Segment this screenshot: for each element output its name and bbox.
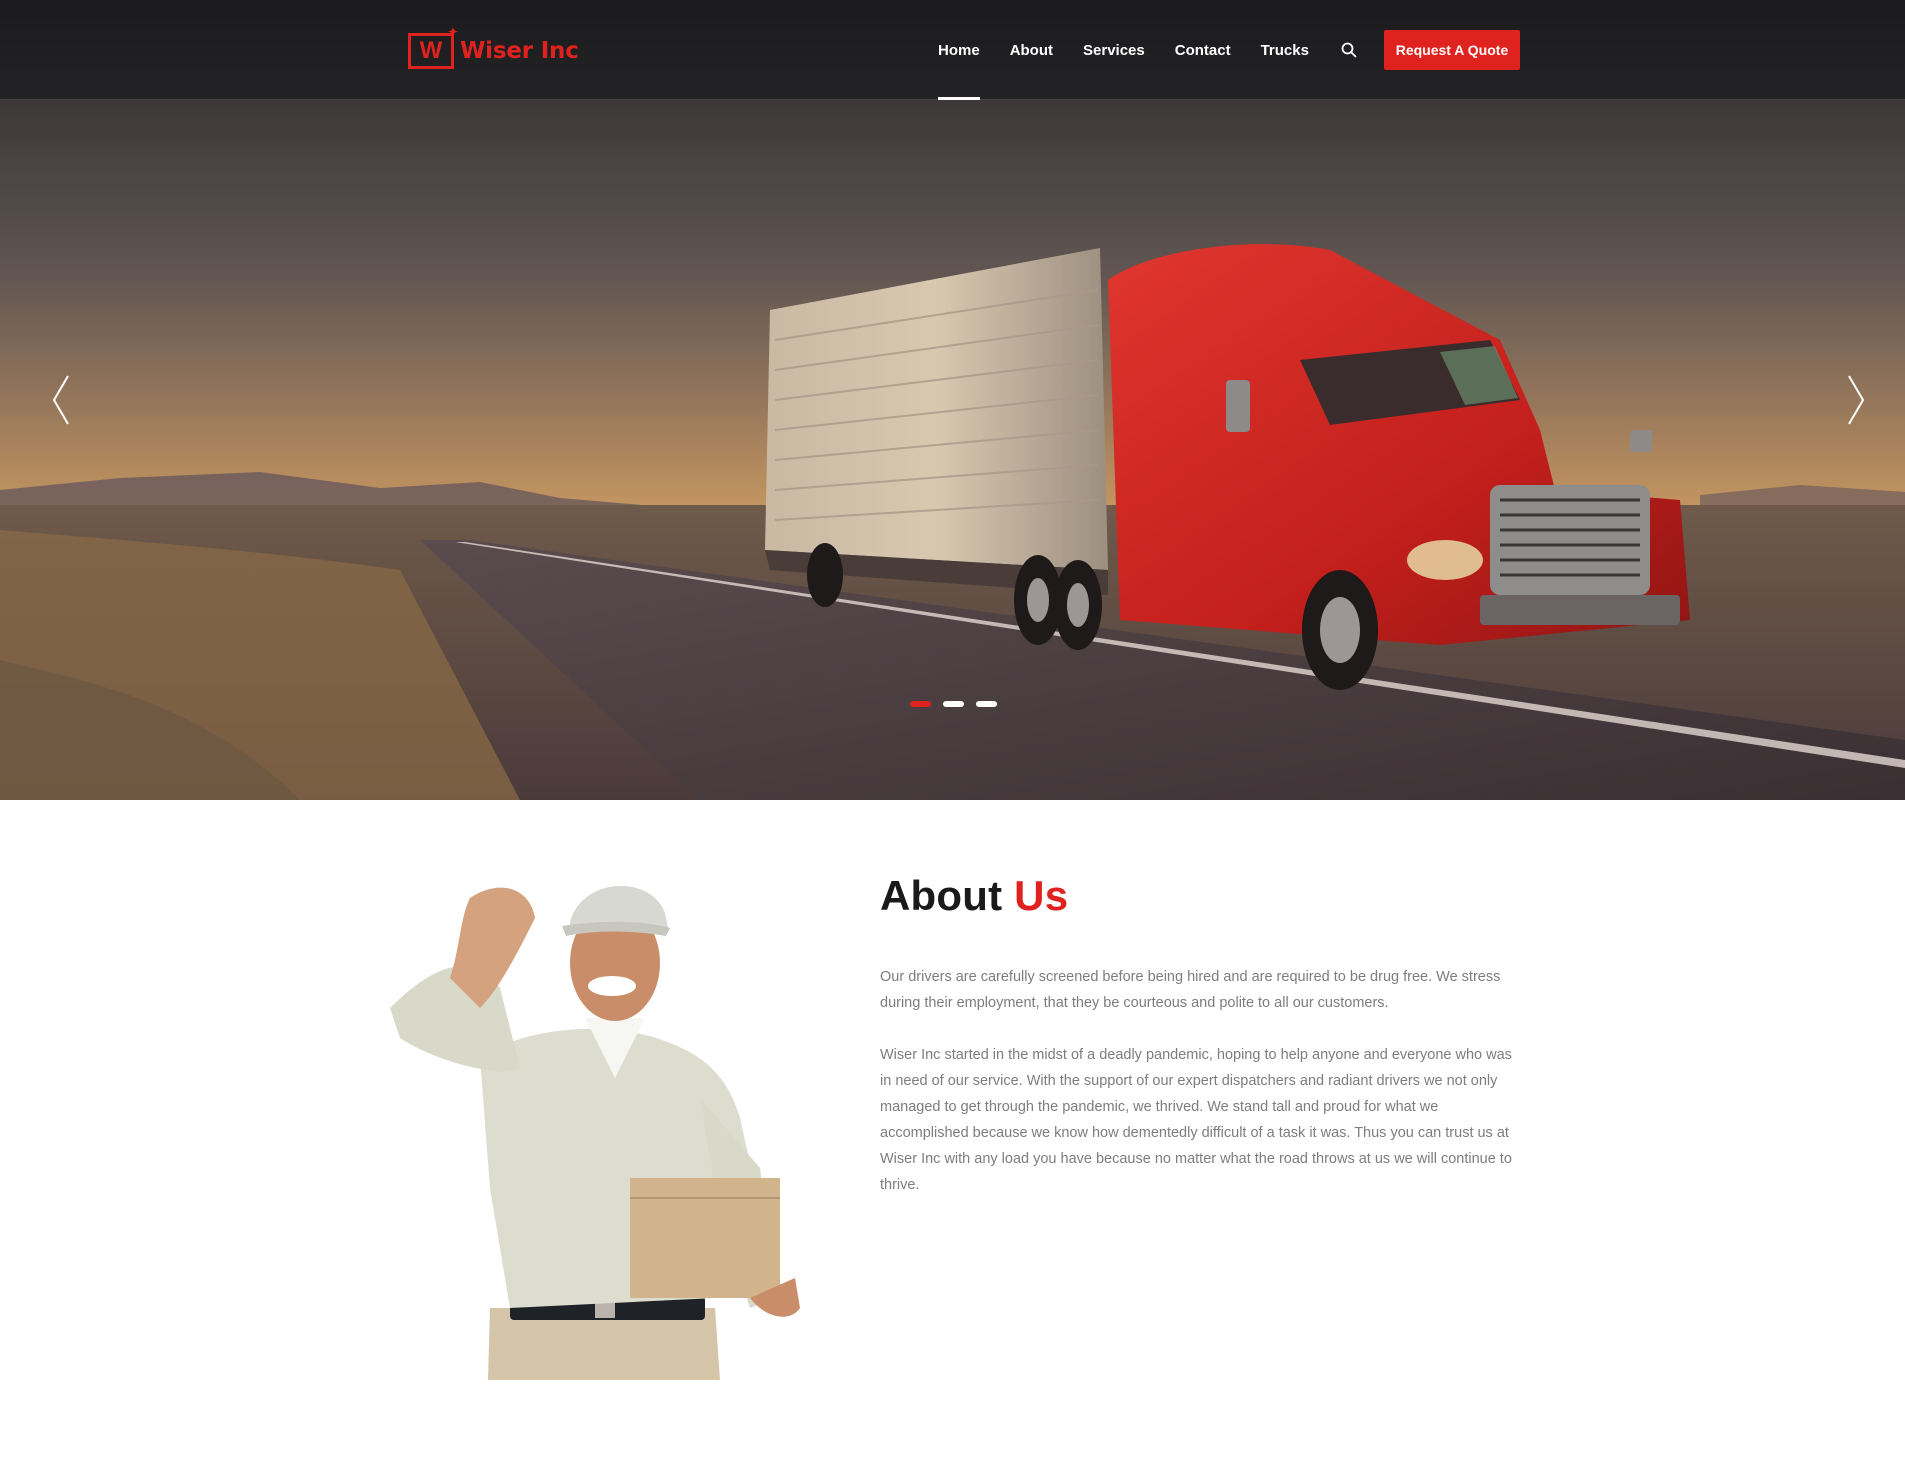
request-quote-button[interactable]: Request A Quote (1383, 30, 1520, 70)
about-heading-accent: Us (1014, 872, 1069, 919)
about-heading: About Us (880, 872, 1068, 920)
spark-icon: ✦ (447, 25, 458, 39)
chevron-right-icon (1848, 375, 1865, 425)
nav-trucks[interactable]: Trucks (1261, 0, 1309, 100)
slider-next-arrow[interactable] (1843, 372, 1873, 428)
logo-mark-letter: W (419, 37, 443, 64)
nav-home[interactable]: Home (938, 0, 980, 100)
logo-mark: W ✦ (408, 26, 458, 69)
delivery-man-image (370, 868, 870, 1380)
site-header: W ✦ Wiser Inc Home About Services Contac… (0, 0, 1905, 100)
logo[interactable]: W ✦ Wiser Inc (408, 26, 579, 71)
slider-prev-arrow[interactable] (44, 372, 74, 428)
slider-pagination (910, 701, 997, 707)
chevron-left-icon (52, 375, 69, 425)
slider-dot-3[interactable] (976, 701, 997, 707)
nav-services[interactable]: Services (1083, 0, 1145, 100)
nav-contact[interactable]: Contact (1175, 0, 1231, 100)
hero-truck-image (0, 100, 1905, 800)
nav-about[interactable]: About (1010, 0, 1053, 100)
main-nav: Home About Services Contact Trucks Reque… (938, 0, 1520, 100)
hero-slider (0, 100, 1905, 800)
slider-dot-2[interactable] (943, 701, 964, 707)
logo-text: Wiser Inc (460, 38, 579, 64)
about-paragraph-2: Wiser Inc started in the midst of a dead… (880, 1047, 1512, 1193)
slider-dot-1[interactable] (910, 701, 931, 707)
search-icon[interactable] (1339, 40, 1359, 60)
about-heading-main: About (880, 872, 1003, 919)
about-paragraph-1: Our drivers are carefully screened befor… (880, 969, 1501, 1011)
